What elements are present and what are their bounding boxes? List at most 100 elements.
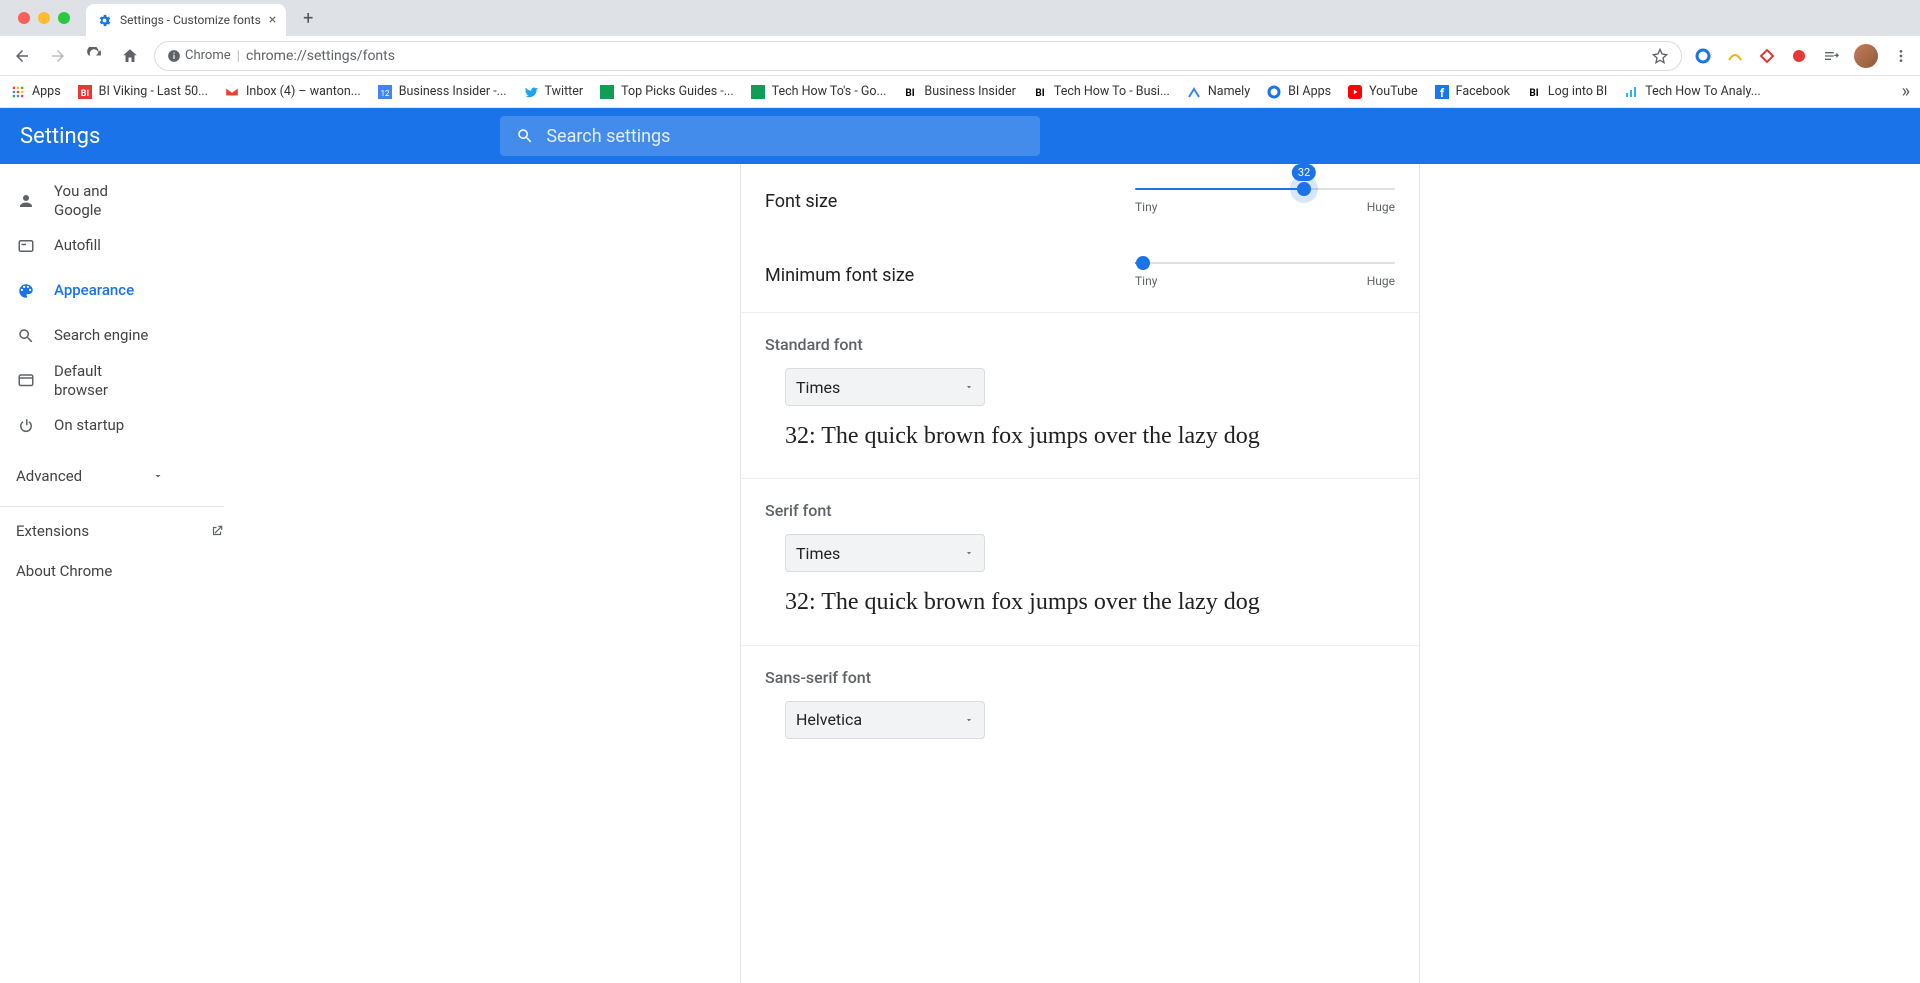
bookmark-item[interactable]: Twitter [523, 84, 584, 100]
site-info-icon[interactable]: Chrome [167, 48, 231, 63]
search-input[interactable] [546, 126, 1024, 147]
page-title: Settings [20, 124, 100, 149]
sans-serif-font-dropdown[interactable]: Helvetica [785, 701, 985, 739]
bookmark-label: Inbox (4) – wanton... [246, 84, 361, 99]
slider-max-label: Huge [1367, 274, 1395, 288]
nav-label: On startup [54, 416, 124, 436]
min-font-size-slider[interactable]: Tiny Huge [1135, 262, 1395, 288]
back-button[interactable] [10, 44, 34, 68]
nav-extensions[interactable]: Extensions [0, 511, 240, 551]
ext-icon-3[interactable] [1758, 47, 1776, 65]
font-size-slider[interactable]: 32 Tiny Huge [1135, 188, 1395, 214]
toolbar-right [1694, 44, 1910, 68]
slider-max-label: Huge [1367, 200, 1395, 214]
bi-icon: BI [1526, 84, 1542, 100]
svg-text:BI: BI [906, 88, 915, 99]
nav-label: Advanced [16, 467, 82, 485]
bookmark-item[interactable]: Tech How To's - Go... [750, 84, 887, 100]
power-icon [16, 417, 36, 435]
bookmark-item[interactable]: Inbox (4) – wanton... [224, 84, 361, 100]
nav-on-startup[interactable]: On startup [0, 406, 240, 446]
font-size-row: Font size 32 Tiny Huge [741, 164, 1419, 238]
bookmarks-overflow-icon[interactable]: » [1902, 81, 1910, 102]
svg-text:BI: BI [1529, 88, 1538, 99]
ext-icon-4[interactable] [1790, 47, 1808, 65]
standard-font-dropdown[interactable]: Times [785, 368, 985, 406]
youtube-icon [1347, 84, 1363, 100]
bookmark-item[interactable]: BIBusiness Insider [902, 84, 1015, 100]
nav-label: Autofill [54, 236, 101, 256]
browser-tab[interactable]: Settings - Customize fonts × [86, 4, 286, 36]
close-window-button[interactable] [18, 12, 30, 24]
bookmark-item[interactable]: YouTube [1347, 84, 1418, 100]
home-button[interactable] [118, 44, 142, 68]
sans-serif-font-section: Sans-serif font Helvetica [741, 646, 1419, 749]
nav-search-engine[interactable]: Search engine [0, 316, 240, 356]
bookmark-item[interactable]: Top Picks Guides -... [599, 84, 733, 100]
bookmark-item[interactable]: BITech How To - Busi... [1032, 84, 1170, 100]
divider [0, 506, 224, 507]
maximize-window-button[interactable] [58, 12, 70, 24]
search-settings-field[interactable] [500, 116, 1040, 156]
star-icon[interactable] [1651, 47, 1669, 65]
bi-icon: BI [1032, 84, 1048, 100]
forward-button[interactable] [46, 44, 70, 68]
bookmark-label: BI Viking - Last 50... [99, 84, 208, 99]
bookmark-item[interactable]: fFacebook [1434, 84, 1510, 100]
nav-you-and-google[interactable]: You andGoogle [0, 181, 240, 221]
ext-icon-2[interactable] [1726, 47, 1744, 65]
slider-thumb[interactable] [1297, 182, 1311, 196]
slider-thumb[interactable] [1136, 256, 1150, 270]
section-title: Sans-serif font [765, 668, 1395, 687]
bookmark-label: Facebook [1456, 84, 1510, 99]
nav-autofill[interactable]: Autofill [0, 226, 240, 266]
calendar-icon: 12 [377, 84, 393, 100]
nav-about-chrome[interactable]: About Chrome [0, 551, 240, 591]
nav-label: You andGoogle [54, 182, 108, 221]
bookmark-item[interactable]: BI BI Viking - Last 50... [77, 84, 208, 100]
nav-label: Extensions [16, 522, 89, 540]
bookmark-label: Namely [1208, 84, 1250, 99]
search-icon [516, 127, 534, 145]
bookmark-apps[interactable]: Apps [10, 84, 61, 100]
slider-min-label: Tiny [1135, 274, 1157, 288]
bi-icon: BI [77, 84, 93, 100]
serif-font-section: Serif font Times 32: The quick brown fox… [741, 479, 1419, 644]
close-tab-icon[interactable]: × [269, 12, 276, 28]
circle-icon [1266, 84, 1282, 100]
bookmark-item[interactable]: BI Log into BI [1526, 84, 1607, 100]
bookmark-label: Log into BI [1548, 84, 1607, 99]
chevron-down-icon [964, 382, 974, 392]
serif-font-dropdown[interactable]: Times [785, 534, 985, 572]
bookmark-item[interactable]: BI Apps [1266, 84, 1331, 100]
dropdown-value: Helvetica [796, 710, 862, 729]
min-font-size-row: Minimum font size Tiny Huge [741, 238, 1419, 312]
nav-advanced[interactable]: Advanced [0, 456, 240, 496]
bookmark-item[interactable]: 12Business Insider -... [377, 84, 507, 100]
address-bar[interactable]: Chrome | chrome://settings/fonts [154, 41, 1682, 71]
section-title: Serif font [765, 501, 1395, 520]
kebab-menu-icon[interactable] [1892, 47, 1910, 65]
apps-grid-icon [10, 84, 26, 100]
window-controls[interactable] [10, 12, 78, 24]
browser-chrome: Settings - Customize fonts × + [0, 0, 1920, 36]
reading-list-icon[interactable] [1822, 47, 1840, 65]
analytics-icon [1623, 84, 1639, 100]
minimize-window-button[interactable] [38, 12, 50, 24]
nav-label: Defaultbrowser [54, 362, 108, 401]
search-icon [16, 327, 36, 345]
chevron-down-icon [964, 548, 974, 558]
nav-default-browser[interactable]: Defaultbrowser [0, 361, 240, 401]
browser-toolbar: Chrome | chrome://settings/fonts [0, 36, 1920, 76]
nav-appearance[interactable]: Appearance [0, 271, 240, 311]
gear-icon [96, 12, 112, 28]
svg-text:BI: BI [1035, 88, 1044, 99]
chevron-down-icon [152, 470, 164, 482]
reload-button[interactable] [82, 44, 106, 68]
new-tab-button[interactable]: + [294, 4, 322, 32]
font-preview: 32: The quick brown fox jumps over the l… [785, 586, 1395, 618]
profile-avatar[interactable] [1854, 44, 1878, 68]
ext-icon-1[interactable] [1694, 47, 1712, 65]
bookmark-item[interactable]: Tech How To Analy... [1623, 84, 1760, 100]
bookmark-item[interactable]: Namely [1186, 84, 1250, 100]
